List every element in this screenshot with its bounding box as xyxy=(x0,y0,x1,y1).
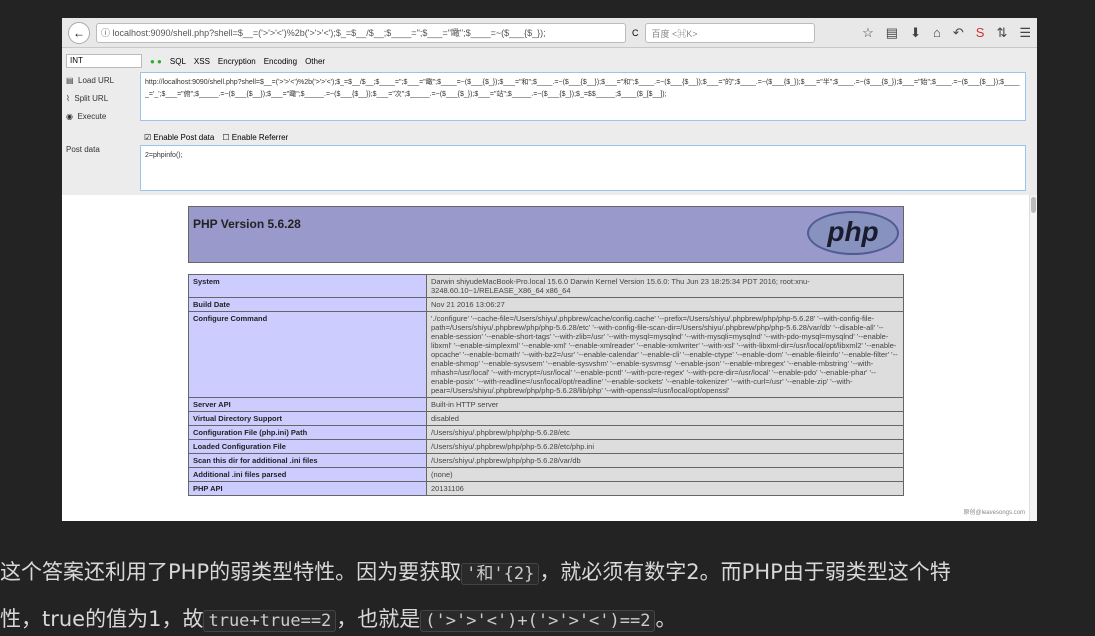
phpinfo-page: PHP Version 5.6.28 php System Darwin shiy… xyxy=(62,195,1037,521)
row-key: Loaded Configuration File xyxy=(188,439,427,454)
table-row: Virtual Directory Support disabled xyxy=(188,411,904,426)
row-key: PHP API xyxy=(188,481,427,496)
sync-icon[interactable]: ⇅ xyxy=(996,25,1007,41)
row-value: /Users/shiyu/.phpbrew/php/php-5.6.28/etc… xyxy=(426,439,904,454)
menu-encoding[interactable]: Encoding xyxy=(264,57,297,66)
table-row: Configure Command './configure' '--cache-… xyxy=(188,311,904,398)
php-logo: php xyxy=(807,211,899,255)
phpinfo-table: System Darwin shiyudeMacBook-Pro.local 15… xyxy=(188,274,904,496)
browser-toolbar: ← ⓘ localhost:9090/shell.php?shell=$__=(… xyxy=(62,18,1037,48)
post-data-textarea[interactable]: 2=phpinfo(); xyxy=(140,145,1026,191)
undo-icon[interactable]: ↶ xyxy=(953,25,964,41)
download-icon[interactable]: ⬇ xyxy=(910,25,921,41)
bookmark-star-icon[interactable]: ☆ xyxy=(862,25,874,41)
info-icon: ⓘ xyxy=(101,28,113,38)
row-value: (none) xyxy=(426,467,904,482)
table-row: Build Date Nov 21 2016 13:06:27 xyxy=(188,297,904,312)
row-value: /Users/shiyu/.phpbrew/php/php-5.6.28/etc xyxy=(426,425,904,440)
table-row: Configuration File (php.ini) Path/Users/… xyxy=(188,425,904,440)
table-row: Server API Built-in HTTP server xyxy=(188,397,904,412)
row-value: /Users/shiyu/.phpbrew/php/php-5.6.28/var… xyxy=(426,453,904,468)
home-icon[interactable]: ⌂ xyxy=(933,25,941,41)
article-line-2: 性，true的值为1，故 true+true==2 ，也就是 ('>'>'<')+('… xyxy=(0,607,677,632)
row-key: Server API xyxy=(188,397,427,412)
post-data-label: Post data xyxy=(66,145,100,154)
back-button[interactable]: ← xyxy=(68,21,90,44)
table-row: Scan this dir for additional .ini files /… xyxy=(188,453,904,468)
table-row: Loaded Configuration File/Users/shiyu/.p… xyxy=(188,439,904,454)
row-key: Configuration File (php.ini) Path xyxy=(188,425,427,440)
article-line-1: 这个答案还利用了PHP的弱类型特性。因为要获取 '和'{2} ，就必须有数字2。而P… xyxy=(0,560,951,585)
table-row: System Darwin shiyudeMacBook-Pro.local 15… xyxy=(188,274,904,298)
reload-icon[interactable]: C xyxy=(632,28,639,38)
scrollbar[interactable] xyxy=(1029,195,1037,521)
inline-code: '和'{2} xyxy=(461,563,540,585)
menu-other[interactable]: Other xyxy=(305,57,325,66)
row-key: Build Date xyxy=(188,297,427,312)
type-select[interactable]: INT xyxy=(66,54,142,68)
extension-icon[interactable]: S xyxy=(976,25,985,41)
menu-icon[interactable]: ☰ xyxy=(1019,25,1031,41)
row-key: Configure Command xyxy=(188,311,427,398)
split-url-button[interactable]: ⌇ Split URL xyxy=(66,90,114,108)
row-value: './configure' '--cache-file=/Users/shiyu… xyxy=(426,311,904,398)
inline-code: ('>'>'<')+('>'>'<')==2 xyxy=(420,610,656,632)
row-key: System xyxy=(188,274,427,298)
row-value: disabled xyxy=(426,411,904,426)
url-text: localhost:9090/shell.php?shell=$__=('>'>… xyxy=(112,28,546,38)
row-value: 20131106 xyxy=(426,481,904,496)
search-input[interactable]: 百度 <⌘K> xyxy=(644,22,815,43)
row-key: Additional .ini files parsed xyxy=(188,467,427,482)
address-bar[interactable]: ⓘ localhost:9090/shell.php?shell=$__=('>… xyxy=(96,22,626,43)
row-value: Darwin shiyudeMacBook-Pro.local 15.6.0 D… xyxy=(426,274,904,298)
row-key: Virtual Directory Support xyxy=(188,411,427,426)
menu-sql[interactable]: SQL xyxy=(170,57,186,66)
clipboard-icon[interactable]: ▤ xyxy=(886,25,898,41)
hackbar-menu: INT ● ● SQL XSS Encryption Encoding Othe… xyxy=(62,51,1037,71)
table-row: Additional .ini files parsed (none) xyxy=(188,467,904,482)
enable-referrer-checkbox[interactable]: ☐ Enable Referrer xyxy=(222,133,288,142)
screenshot: ← ⓘ localhost:9090/shell.php?shell=$__=(… xyxy=(62,18,1037,521)
menu-xss[interactable]: XSS xyxy=(194,57,210,66)
row-key: Scan this dir for additional .ini files xyxy=(188,453,427,468)
table-row: PHP API 20131106 xyxy=(188,481,904,496)
url-textarea[interactable]: http://localhost:9090/shell.php?shell=$_… xyxy=(140,72,1026,121)
watermark: 原创@leavesongs.com xyxy=(963,510,1025,516)
inline-code: true+true==2 xyxy=(203,610,337,632)
enable-post-checkbox[interactable]: ☑ Enable Post data xyxy=(144,133,214,142)
php-header: PHP Version 5.6.28 php xyxy=(188,206,904,263)
execute-button[interactable]: ◉ Execute xyxy=(66,108,114,126)
php-version-title: PHP Version 5.6.28 xyxy=(193,217,301,231)
row-value: Built-in HTTP server xyxy=(426,397,904,412)
menu-encryption[interactable]: Encryption xyxy=(218,57,256,66)
row-value: Nov 21 2016 13:06:27 xyxy=(426,297,904,312)
load-url-button[interactable]: ▤ Load URL xyxy=(66,72,114,90)
